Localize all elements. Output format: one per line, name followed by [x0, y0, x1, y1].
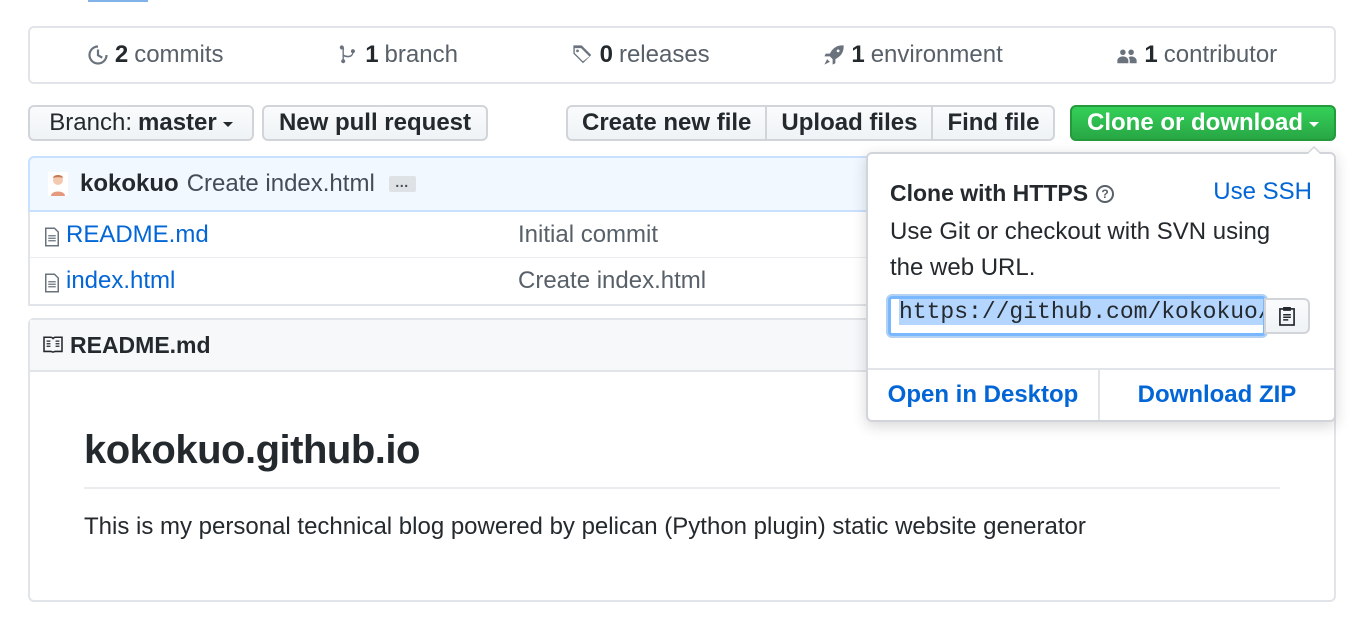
commit-author[interactable]: kokokuo — [80, 170, 179, 198]
branch-icon — [339, 45, 356, 64]
readme-content: kokokuo.github.io This is my personal te… — [30, 428, 1334, 541]
branch-select-button[interactable]: Branch: master — [28, 105, 254, 141]
book-icon — [43, 336, 63, 353]
commits-link[interactable]: 2 commits — [87, 41, 224, 69]
clone-popup-title: Clone with HTTPS ? — [890, 180, 1115, 207]
find-file-button[interactable]: Find file — [931, 105, 1056, 141]
file-commit-message[interactable]: Initial commit — [518, 221, 658, 249]
readme-text: This is my personal technical blog power… — [84, 513, 1086, 540]
file-icon — [45, 227, 59, 246]
use-ssh-link[interactable]: Use SSH — [1213, 178, 1312, 206]
open-in-desktop-button[interactable]: Open in Desktop — [868, 370, 1100, 420]
clone-url-input[interactable]: https://github.com/kokokuo/kokokuo.githu… — [888, 296, 1266, 336]
clone-popup-footer: Open in Desktop Download ZIP — [868, 368, 1334, 420]
clone-popup: Clone with HTTPS ? Use SSH Use Git or ch… — [866, 146, 1336, 422]
cropped-header-link — [88, 0, 148, 2]
file-commit-message[interactable]: Create index.html — [518, 267, 706, 295]
branch-prefix: Branch: — [49, 109, 132, 136]
branches-link[interactable]: 1 branch — [337, 41, 458, 69]
tag-icon — [572, 45, 591, 64]
environment-label: environment — [870, 41, 1003, 68]
contributor-label: contributor — [1163, 41, 1278, 68]
download-zip-button[interactable]: Download ZIP — [1100, 370, 1334, 420]
avatar[interactable] — [48, 172, 68, 196]
releases-link[interactable]: 0 releases — [572, 41, 710, 69]
clone-description: Use Git or checkout with SVN using the w… — [890, 218, 1271, 281]
clone-button-label: Clone or download — [1087, 109, 1303, 136]
releases-label: releases — [618, 41, 710, 68]
contributors-link[interactable]: 1 contributor — [1116, 41, 1277, 69]
environment-count: 1 — [851, 41, 865, 68]
branch-count: 1 — [365, 41, 379, 68]
file-name-link[interactable]: README.md — [66, 221, 518, 249]
file-icon — [45, 273, 59, 293]
commits-label: commits — [134, 41, 224, 68]
clone-or-download-button[interactable]: Clone or download — [1070, 105, 1336, 141]
commit-message[interactable]: Create index.html — [187, 170, 375, 198]
copy-url-button[interactable] — [1264, 298, 1310, 334]
new-pull-request-button[interactable]: New pull request — [262, 105, 488, 141]
commits-count: 2 — [114, 41, 129, 68]
releases-count: 0 — [599, 41, 613, 68]
history-icon — [88, 45, 108, 65]
upload-files-button[interactable]: Upload files — [765, 105, 934, 141]
readme-title: kokokuo.github.io — [84, 428, 1280, 489]
repo-summary-bar: 2 commits 1 branch 0 releases 1 environm… — [28, 26, 1336, 84]
create-new-file-button[interactable]: Create new file — [566, 105, 768, 141]
question-icon[interactable]: ? — [1096, 184, 1115, 203]
readme-filename: README.md — [70, 331, 211, 358]
environments-link[interactable]: 1 environment — [823, 41, 1003, 69]
clone-title-text: Clone with HTTPS — [890, 180, 1089, 206]
clipboard-icon — [1279, 307, 1295, 326]
file-name-link[interactable]: index.html — [66, 267, 518, 295]
caret-down-icon — [222, 122, 233, 127]
expand-commit-button[interactable]: … — [388, 175, 416, 192]
people-icon — [1117, 49, 1138, 64]
caret-down-icon — [1309, 122, 1319, 127]
clone-url-text: https://github.com/kokokuo/kokokuo.githu… — [899, 299, 1263, 325]
branch-name: master — [138, 109, 217, 136]
contributor-count: 1 — [1144, 41, 1158, 68]
branch-label: branch — [384, 41, 458, 68]
rocket-icon — [824, 45, 844, 65]
file-actions-group: Create new file Upload files Find file — [566, 105, 1056, 141]
